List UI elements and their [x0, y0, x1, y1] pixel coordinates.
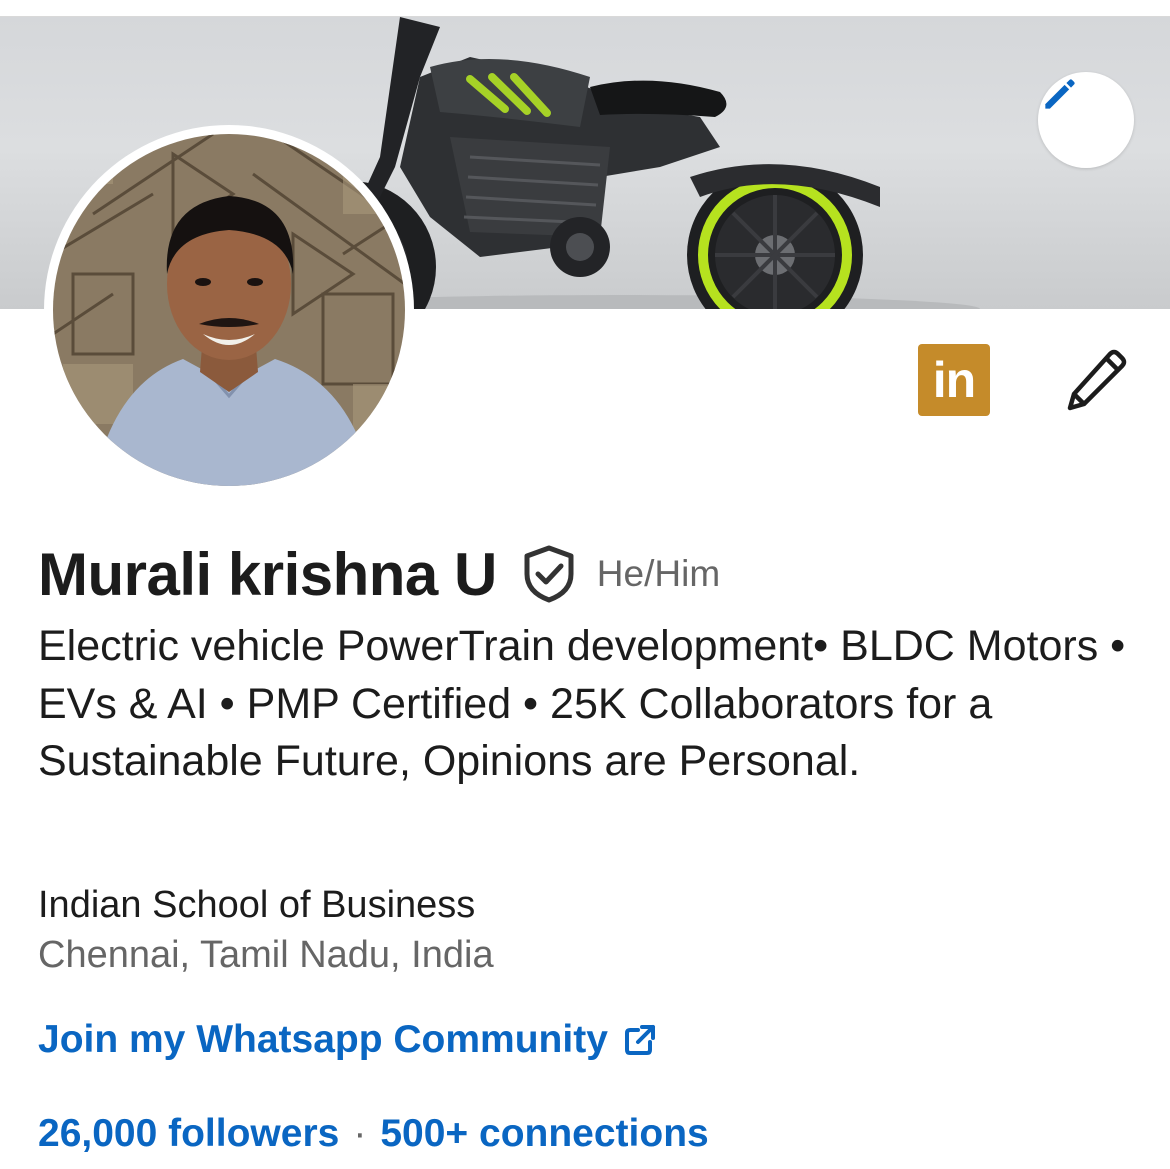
pencil-outline-icon: [1067, 349, 1127, 411]
profile-headline: Electric vehicle PowerTrain development•…: [38, 622, 1126, 785]
linkedin-logo-badge[interactable]: in: [918, 344, 990, 416]
linkedin-logo-text: in: [932, 352, 976, 408]
edit-profile-button[interactable]: [1062, 348, 1132, 414]
edit-cover-button[interactable]: [1038, 72, 1134, 168]
connections-link[interactable]: 500+ connections: [380, 1112, 708, 1156]
education-label[interactable]: Indian School of Business: [38, 884, 475, 927]
custom-link[interactable]: Join my Whatsapp Community: [38, 1018, 658, 1062]
name-row: Murali krishna U He/Him: [38, 536, 720, 612]
profile-page: in Murali krishna U He/Him Electric vehi…: [0, 0, 1170, 1169]
profile-photo[interactable]: [44, 125, 414, 495]
custom-link-text[interactable]: Join my Whatsapp Community: [38, 1018, 608, 1062]
followers-link[interactable]: 26,000 followers: [38, 1112, 339, 1156]
location-label: Chennai, Tamil Nadu, India: [38, 934, 494, 976]
top-divider: [0, 0, 1170, 17]
stats-separator: ·: [353, 1112, 367, 1155]
network-stats: 26,000 followers · 500+ connections: [38, 1112, 709, 1156]
shield-check-icon[interactable]: [521, 544, 577, 604]
profile-name: Murali krishna U: [38, 540, 497, 608]
external-link-icon: [624, 1025, 655, 1055]
pronouns-label: He/Him: [596, 553, 721, 594]
avatar-illustration: [53, 134, 405, 486]
pencil-icon: [1045, 79, 1075, 109]
